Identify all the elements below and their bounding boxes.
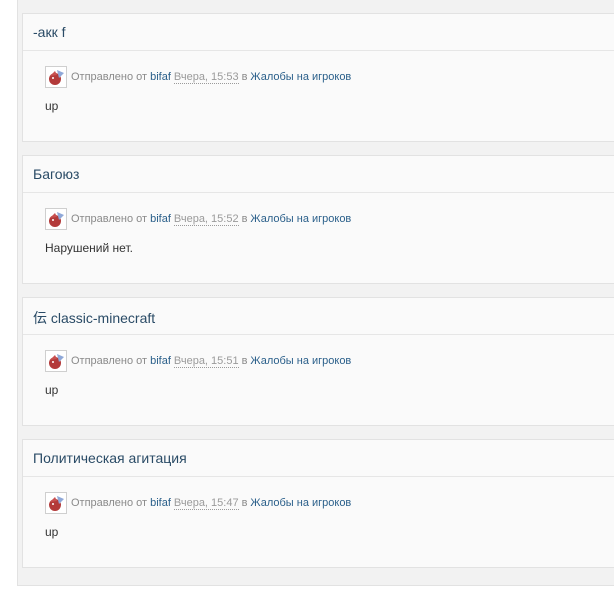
post-title-link[interactable]: Багоюз xyxy=(23,156,614,193)
sent-by-label: Отправлено от xyxy=(71,71,148,83)
in-label: в xyxy=(241,497,248,509)
post-card: Багоюз Отправлено от bifaf Вчера, 15:52 в Жал… xyxy=(22,155,614,284)
post-meta: Отправлено от bifaf Вчера, 15:53 в Жалобы на… xyxy=(45,65,351,89)
post-body: up xyxy=(45,383,59,397)
user-avatar-icon[interactable] xyxy=(45,208,67,230)
post-title-link[interactable]: 伝 classic-minecraft xyxy=(23,298,614,335)
post-body: up xyxy=(45,99,59,113)
in-label: в xyxy=(241,71,248,83)
forum-link[interactable]: Жалобы на игроков xyxy=(250,355,351,367)
post-title-link[interactable]: Политическая агитация xyxy=(23,440,614,477)
post-body: up xyxy=(45,525,59,539)
user-avatar-icon[interactable] xyxy=(45,66,67,88)
user-avatar-icon[interactable] xyxy=(45,350,67,372)
post-date: Вчера, 15:47 xyxy=(173,496,239,510)
post-card: -акк f Отправлено от bifaf Вчера, 15:53 в Жал… xyxy=(22,13,614,142)
author-link[interactable]: bifaf xyxy=(150,497,171,509)
post-body: Нарушений нет. xyxy=(45,241,133,255)
post-date: Вчера, 15:52 xyxy=(173,212,239,226)
forum-link[interactable]: Жалобы на игроков xyxy=(250,71,351,83)
author-link[interactable]: bifaf xyxy=(150,213,171,225)
post-title-link[interactable]: -акк f xyxy=(23,14,614,51)
post-date: Вчера, 15:51 xyxy=(173,354,239,368)
in-label: в xyxy=(241,355,248,367)
forum-link[interactable]: Жалобы на игроков xyxy=(250,497,351,509)
user-avatar-icon[interactable] xyxy=(45,492,67,514)
in-label: в xyxy=(241,213,248,225)
post-meta: Отправлено от bifaf Вчера, 15:47 в Жалобы на… xyxy=(45,491,351,515)
post-card: 伝 classic-minecraft Отправлено от bifaf Вче… xyxy=(22,297,614,426)
post-date: Вчера, 15:53 xyxy=(173,70,239,84)
author-link[interactable]: bifaf xyxy=(150,71,171,83)
post-meta: Отправлено от bifaf Вчера, 15:52 в Жалобы на… xyxy=(45,207,351,231)
forum-link[interactable]: Жалобы на игроков xyxy=(250,213,351,225)
sent-by-label: Отправлено от xyxy=(71,355,148,367)
post-meta: Отправлено от bifaf Вчера, 15:51 в Жалобы на… xyxy=(45,349,351,373)
author-link[interactable]: bifaf xyxy=(150,355,171,367)
post-card: Политическая агитация Отправлено от bifaf В… xyxy=(22,439,614,568)
sent-by-label: Отправлено от xyxy=(71,213,148,225)
sent-by-label: Отправлено от xyxy=(71,497,148,509)
